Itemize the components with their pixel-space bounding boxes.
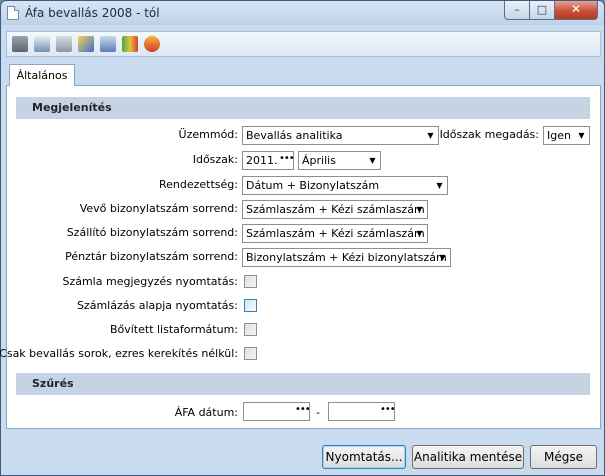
ellipsis-icon[interactable]: •••	[279, 152, 293, 169]
tab-general[interactable]: Általános	[9, 64, 75, 86]
date-range-separator: -	[316, 406, 320, 419]
period-month-dropdown[interactable]: Április ▼	[298, 151, 381, 170]
calculator-icon[interactable]	[100, 36, 116, 52]
section-header-display: Megjelenítés	[16, 97, 590, 119]
customer-order-value: Számlaszám + Kézi számlaszám	[246, 203, 425, 216]
chevron-down-icon: ▼	[578, 131, 585, 140]
section-header-filter: Szűrés	[16, 373, 590, 395]
period-entry-dropdown[interactable]: Igen ▼	[543, 126, 590, 145]
tab-control: Megjelenítés Üzemmód: Bevallás analitika…	[0, 64, 601, 429]
supplier-order-label: Szállító bizonylatszám sorrend:	[66, 226, 238, 239]
cash-order-label: Pénztár bizonylatszám sorrend:	[65, 250, 238, 263]
edit-icon[interactable]	[78, 36, 94, 52]
close-button[interactable]: ✕	[554, 1, 598, 20]
print-billing-basis-label: Számlázás alapja nyomtatás:	[76, 299, 238, 312]
chevron-down-icon: ▼	[416, 229, 423, 238]
ordering-dropdown[interactable]: Dátum + Bizonylatszám ▼	[242, 176, 448, 195]
dialog-window: Áfa bevallás 2008 - tól – □ ✕ Megjelenít…	[0, 0, 605, 476]
print-invoice-note-checkbox[interactable]	[244, 275, 257, 288]
period-entry-label: Időszak megadás:	[439, 128, 539, 141]
vat-date-from-field[interactable]: •••	[243, 402, 310, 421]
vat-date-label: ÁFA dátum:	[174, 406, 238, 419]
extended-list-label: Bővített listaformátum:	[109, 323, 238, 336]
info-icon[interactable]	[144, 36, 160, 52]
customer-order-label: Vevő bizonylatszám sorrend:	[79, 202, 238, 215]
save-analytics-button[interactable]: Analitika mentése	[412, 445, 524, 469]
ordering-value: Dátum + Bizonylatszám	[246, 179, 380, 192]
cash-order-dropdown[interactable]: Bizonylatszám + Kézi bizonylatszám ▼	[242, 248, 451, 267]
ellipsis-icon[interactable]: •••	[295, 403, 309, 420]
mode-dropdown[interactable]: Bevallás analitika ▼	[242, 126, 439, 145]
copy-icon[interactable]	[56, 36, 72, 52]
only-vat-rows-checkbox[interactable]	[244, 347, 257, 360]
mode-value: Bevallás analitika	[246, 129, 343, 142]
mode-label: Üzemmód:	[178, 128, 238, 141]
supplier-order-value: Számlaszám + Kézi számlaszám	[246, 227, 425, 240]
ellipsis-icon[interactable]: •••	[380, 403, 394, 420]
period-month-value: Április	[302, 154, 336, 167]
export-icon[interactable]	[122, 36, 138, 52]
print-preview-icon[interactable]	[34, 36, 50, 52]
chevron-down-icon: ▼	[427, 131, 434, 140]
customer-order-dropdown[interactable]: Számlaszám + Kézi számlaszám ▼	[242, 200, 428, 219]
period-entry-value: Igen	[547, 129, 571, 142]
cancel-button[interactable]: Mégse	[530, 445, 597, 469]
period-label: Időszak:	[192, 153, 238, 166]
minimize-button[interactable]: –	[504, 1, 530, 20]
title-bar[interactable]: Áfa bevallás 2008 - tól – □ ✕	[1, 1, 604, 25]
chevron-down-icon: ▼	[436, 181, 443, 190]
chevron-down-icon: ▼	[439, 253, 446, 262]
vat-date-to-field[interactable]: •••	[328, 402, 395, 421]
window-title: Áfa bevallás 2008 - tól	[25, 6, 160, 20]
document-icon	[7, 6, 19, 20]
period-year-picker[interactable]: 2011. •••	[242, 151, 294, 170]
period-year-value: 2011.	[246, 154, 278, 167]
print-billing-basis-checkbox[interactable]	[244, 299, 257, 312]
chevron-down-icon: ▼	[369, 156, 376, 165]
chevron-down-icon: ▼	[416, 205, 423, 214]
supplier-order-dropdown[interactable]: Számlaszám + Kézi számlaszám ▼	[242, 224, 428, 243]
extended-list-checkbox[interactable]	[244, 323, 257, 336]
print-icon[interactable]	[12, 36, 28, 52]
ordering-label: Rendezettség:	[159, 178, 238, 191]
cash-order-value: Bizonylatszám + Kézi bizonylatszám	[246, 251, 447, 264]
print-invoice-note-label: Számla megjegyzés nyomtatás:	[62, 275, 238, 288]
maximize-button[interactable]: □	[529, 1, 555, 20]
print-button[interactable]: Nyomtatás...	[322, 445, 406, 469]
toolbar	[6, 31, 601, 57]
tab-panel-general: Megjelenítés Üzemmód: Bevallás analitika…	[0, 85, 601, 429]
only-vat-rows-label: Csak bevallás sorok, ezres kerekítés nél…	[0, 347, 238, 360]
